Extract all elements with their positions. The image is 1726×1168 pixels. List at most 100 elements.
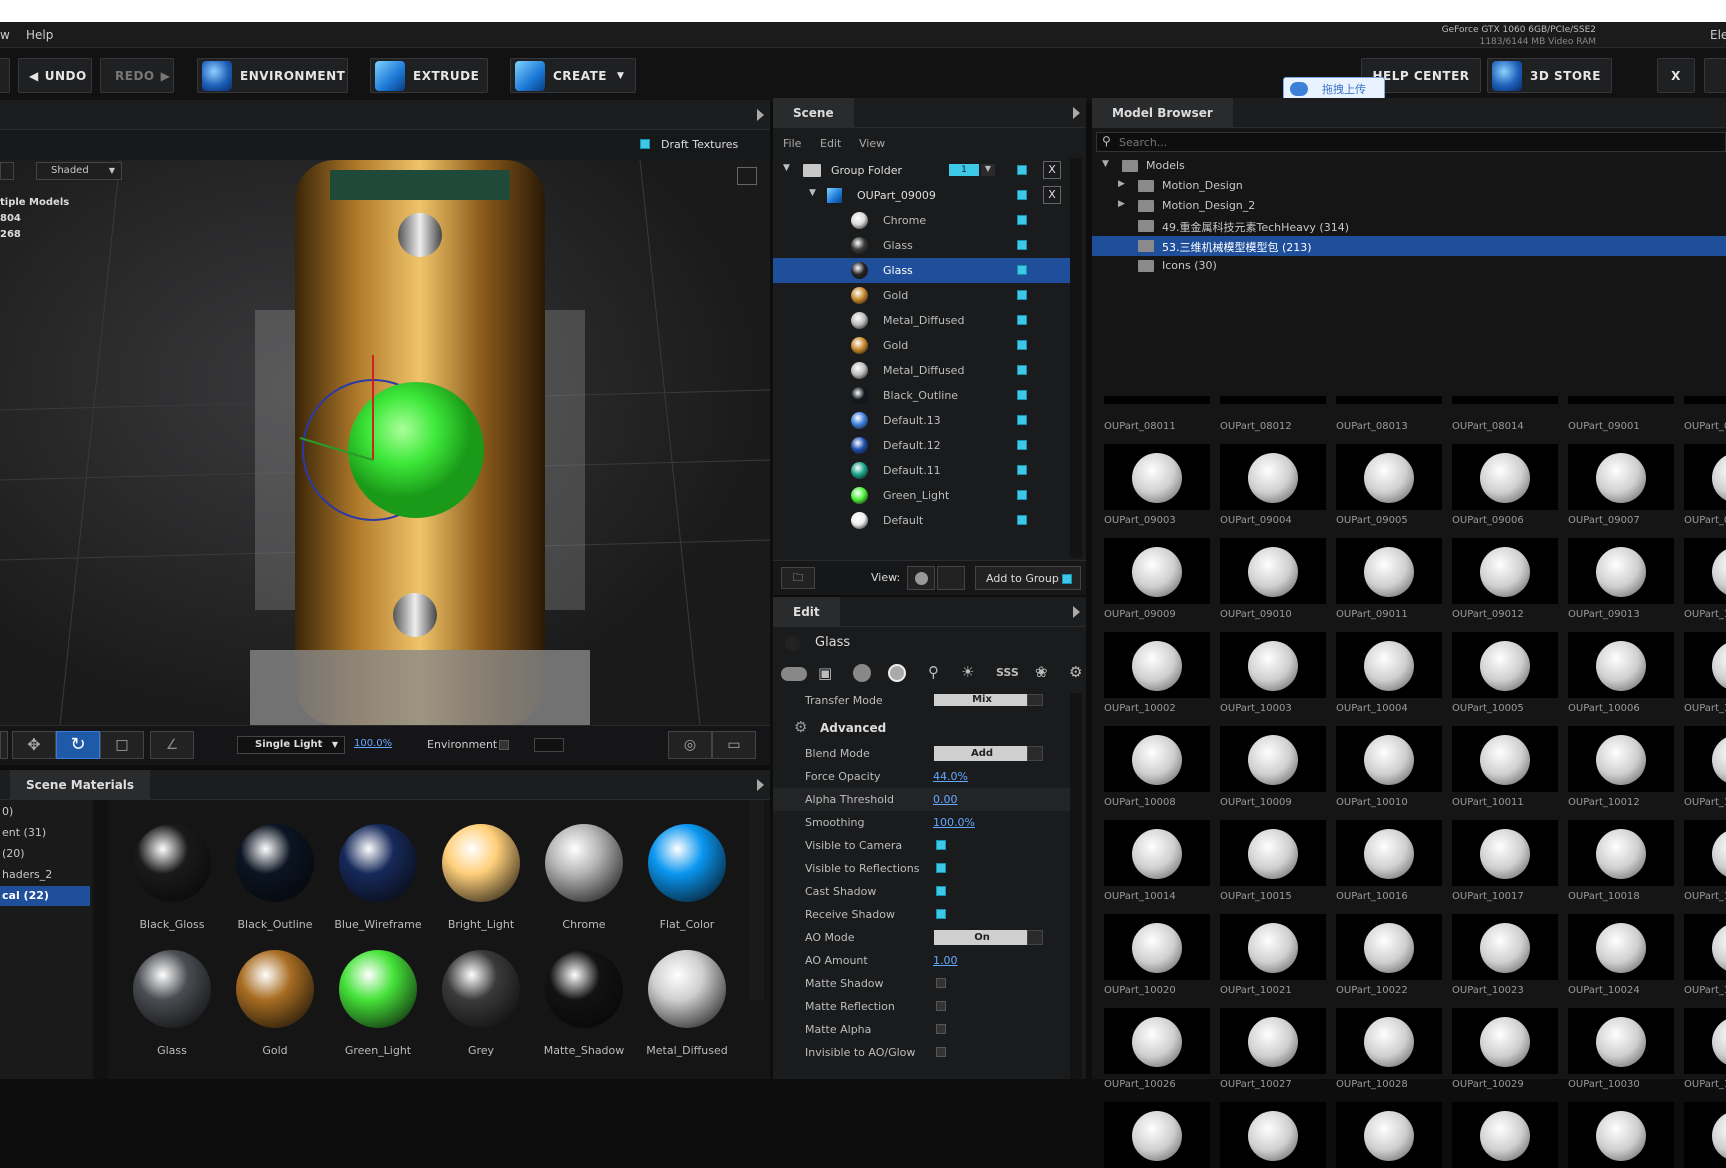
material-visible-checkbox[interactable] — [1017, 290, 1027, 300]
material-preview-ball[interactable] — [339, 824, 417, 902]
model-thumbnail[interactable] — [1336, 1008, 1442, 1074]
material-preview-ball[interactable] — [442, 824, 520, 902]
menu-item-window[interactable]: w — [0, 28, 10, 42]
model-thumbnail[interactable] — [1220, 632, 1326, 698]
model-thumbnail[interactable] — [1452, 632, 1558, 698]
expand-down-icon[interactable]: ▼ — [809, 188, 816, 198]
model-thumbnail[interactable] — [1336, 632, 1442, 698]
property-value[interactable]: 1.00 — [933, 954, 958, 967]
model-thumbnail[interactable] — [1684, 820, 1726, 886]
scene-material-row[interactable]: Default.13 — [773, 408, 1070, 433]
model-thumbnail[interactable] — [1452, 444, 1558, 510]
extrude-button[interactable]: EXTRUDE — [370, 58, 488, 93]
light-intensity-value[interactable]: 100.0% — [354, 738, 392, 749]
material-preview-ball[interactable] — [133, 824, 211, 902]
draft-textures-checkbox[interactable] — [640, 139, 650, 149]
model-thumbnail[interactable] — [1684, 538, 1726, 604]
material-visible-checkbox[interactable] — [1017, 240, 1027, 250]
material-visible-checkbox[interactable] — [1017, 390, 1027, 400]
chevron-down-icon[interactable] — [1027, 694, 1043, 706]
tab-scene-materials[interactable]: Scene Materials — [10, 770, 151, 800]
create-button[interactable]: CREATE ▼ — [510, 58, 636, 93]
display-icon[interactable]: ▭ — [712, 731, 756, 759]
toolbar-cut-button[interactable] — [0, 58, 10, 93]
scene-material-row[interactable]: Green_Light — [773, 483, 1070, 508]
group-visible-checkbox[interactable] — [1017, 165, 1027, 175]
material-preview-ball[interactable] — [339, 950, 417, 1028]
material-visible-checkbox[interactable] — [1017, 365, 1027, 375]
property-checkbox[interactable] — [936, 909, 946, 919]
panel-expand-icon[interactable] — [757, 779, 764, 791]
chevron-down-icon[interactable] — [1027, 746, 1043, 761]
tree-item[interactable]: 49.重金属科技元素TechHeavy (314) — [1092, 216, 1726, 236]
tree-item[interactable]: ▼ Models — [1092, 156, 1726, 176]
scene-material-row[interactable]: Black_Outline — [773, 383, 1070, 408]
shading-dropdown[interactable]: Shaded ▼ — [36, 162, 122, 180]
part-remove-button[interactable]: X — [1043, 186, 1061, 204]
material-visible-checkbox[interactable] — [1017, 415, 1027, 425]
thumbnail-strip[interactable] — [1568, 396, 1674, 404]
material-category-item[interactable]: (20) — [0, 844, 90, 864]
model-thumbnail[interactable] — [1684, 1102, 1726, 1168]
tree-item[interactable]: Icons (30) — [1092, 256, 1726, 276]
environment-button[interactable]: ENVIRONMENT — [197, 58, 348, 93]
tab-scene[interactable]: Scene — [773, 98, 854, 128]
chevron-down-icon[interactable] — [1027, 930, 1043, 945]
model-thumbnail[interactable] — [1104, 726, 1210, 792]
tool-cut-button[interactable] — [0, 731, 8, 759]
scene-scrollbar[interactable] — [1070, 158, 1082, 558]
model-thumbnail[interactable] — [1336, 820, 1442, 886]
texture-icon[interactable]: ▣ — [818, 664, 832, 682]
model-thumbnail[interactable] — [1568, 914, 1674, 980]
material-preview-ball[interactable] — [545, 950, 623, 1028]
new-folder-icon[interactable]: 🗀 — [781, 567, 815, 589]
model-thumbnail[interactable] — [1104, 538, 1210, 604]
sss-icon[interactable]: SSS — [996, 666, 1019, 679]
close-button[interactable]: X — [1657, 58, 1695, 93]
part-row[interactable]: ▼ OUPart_09009 X — [773, 183, 1070, 208]
model-thumbnail[interactable] — [1684, 632, 1726, 698]
material-preview-ball[interactable] — [442, 950, 520, 1028]
tree-item[interactable]: ▶ Motion_Design_2 — [1092, 196, 1726, 216]
scene-material-row[interactable]: Metal_Diffused — [773, 358, 1070, 383]
property-value[interactable]: 44.0% — [933, 770, 968, 783]
expand-down-icon[interactable]: ▼ — [783, 163, 790, 173]
scene-material-row[interactable]: Default.12 — [773, 433, 1070, 458]
scene-material-row[interactable]: Metal_Diffused — [773, 308, 1070, 333]
group-layer-value[interactable]: 1 — [949, 164, 979, 176]
environment-color-swatch[interactable] — [534, 738, 564, 752]
material-preview-ball[interactable] — [648, 824, 726, 902]
model-thumbnail[interactable] — [1104, 1008, 1210, 1074]
property-checkbox[interactable] — [936, 886, 946, 896]
scene-menu-view[interactable]: View — [859, 137, 885, 150]
reflection-icon[interactable] — [888, 664, 906, 682]
material-preview-ball[interactable] — [545, 824, 623, 902]
property-value[interactable]: 100.0% — [933, 816, 975, 829]
3d-viewport[interactable]: Shaded ▼ tiple Models 804 268 — [0, 160, 770, 725]
model-thumbnail[interactable] — [1684, 914, 1726, 980]
model-thumbnail[interactable] — [1220, 444, 1326, 510]
tree-expand-icon[interactable]: ▼ — [1102, 159, 1109, 169]
3d-store-button[interactable]: 3D STORE — [1487, 58, 1612, 93]
scene-material-row[interactable]: Gold — [773, 283, 1070, 308]
panel-expand-icon[interactable] — [1073, 107, 1080, 119]
scene-material-row[interactable]: Default.11 — [773, 458, 1070, 483]
add-to-group-button[interactable]: Add to Group — [975, 566, 1081, 590]
tree-item[interactable]: 53.三维机械模型模型包 (213) — [1092, 236, 1726, 256]
chevron-down-icon[interactable]: ▼ — [981, 164, 995, 176]
pattern-icon[interactable]: ❀ — [1035, 663, 1048, 681]
part-visible-checkbox[interactable] — [1017, 190, 1027, 200]
model-thumbnail[interactable] — [1568, 632, 1674, 698]
model-thumbnail[interactable] — [1104, 444, 1210, 510]
material-visible-checkbox[interactable] — [1017, 440, 1027, 450]
search-input[interactable] — [1119, 135, 1709, 150]
material-visible-checkbox[interactable] — [1017, 315, 1027, 325]
model-thumbnail[interactable] — [1104, 914, 1210, 980]
model-thumbnail[interactable] — [1452, 538, 1558, 604]
rotate-tool-icon[interactable]: ↻ — [56, 731, 100, 759]
property-value[interactable]: 0.00 — [933, 793, 958, 806]
thumbnail-strip[interactable] — [1104, 396, 1210, 404]
thumbnail-strip[interactable] — [1684, 396, 1726, 404]
sphere-view-icon[interactable] — [907, 566, 935, 590]
model-thumbnail[interactable] — [1220, 538, 1326, 604]
